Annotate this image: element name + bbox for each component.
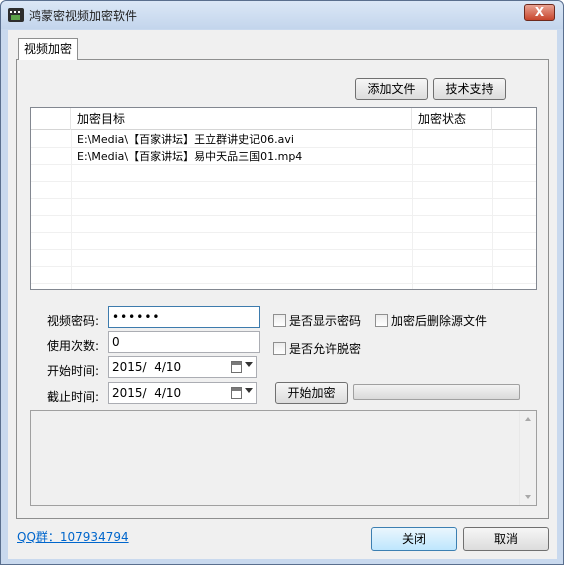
tech-support-button[interactable]: 技术支持 [433, 78, 506, 100]
end-time-label: 截止时间: [46, 390, 99, 404]
empty-row [31, 182, 536, 199]
start-time-label: 开始时间: [46, 364, 99, 378]
calendar-icon[interactable] [231, 387, 242, 399]
row-status [412, 131, 492, 148]
empty-row [31, 267, 536, 284]
empty-row [31, 233, 536, 250]
start-date-picker[interactable]: 2015/ 4/10 [108, 356, 257, 378]
app-window: 鸿蒙密视频加密软件 X 视频加密 添加文件 技术支持 加密目标 加密状态 E:\… [0, 0, 564, 565]
table-row[interactable]: E:\Media\【百家讲坛】易中天品三国01.mp4 [31, 148, 536, 165]
cancel-button[interactable]: 取消 [463, 527, 549, 551]
tab-panel: 添加文件 技术支持 加密目标 加密状态 E:\Media\【百家讲坛】王立群讲史… [16, 59, 549, 519]
file-list[interactable]: 加密目标 加密状态 E:\Media\【百家讲坛】王立群讲史记06.avi E:… [30, 107, 537, 290]
empty-row [31, 165, 536, 182]
show-password-label: 是否显示密码 [289, 314, 362, 328]
uses-label: 使用次数: [46, 339, 99, 353]
allow-decrypt-label: 是否允许脱密 [289, 342, 362, 356]
file-list-header: 加密目标 加密状态 [31, 108, 536, 130]
tab-video-encrypt[interactable]: 视频加密 [18, 38, 78, 60]
column-header-target[interactable]: 加密目标 [71, 108, 412, 130]
client-area: 视频加密 添加文件 技术支持 加密目标 加密状态 E:\Media\【百家讲坛】… [8, 30, 557, 559]
log-area[interactable] [30, 410, 537, 506]
table-row[interactable]: E:\Media\【百家讲坛】王立群讲史记06.avi [31, 131, 536, 148]
password-field[interactable]: •••••• [108, 306, 260, 328]
column-header-extra[interactable] [492, 108, 536, 130]
empty-row [31, 250, 536, 267]
row-status [412, 148, 492, 165]
row-target: E:\Media\【百家讲坛】王立群讲史记06.avi [77, 133, 294, 146]
title-bar[interactable]: 鸿蒙密视频加密软件 X [1, 1, 563, 29]
column-header-status[interactable]: 加密状态 [412, 108, 492, 130]
add-file-button[interactable]: 添加文件 [355, 78, 428, 100]
password-label: 视频密码: [46, 314, 99, 328]
end-date-value: 2015/ 4/10 [112, 386, 182, 400]
calendar-icon[interactable] [231, 361, 242, 373]
empty-row [31, 199, 536, 216]
empty-row [31, 216, 536, 233]
chevron-down-icon[interactable] [245, 362, 253, 367]
close-button[interactable]: 关闭 [371, 527, 457, 551]
scroll-down-icon[interactable] [525, 495, 531, 499]
column-header-index[interactable] [31, 108, 71, 130]
row-target: E:\Media\【百家讲坛】易中天品三国01.mp4 [77, 150, 303, 163]
end-date-picker[interactable]: 2015/ 4/10 [108, 382, 257, 404]
checkbox-box[interactable] [375, 314, 388, 327]
start-encrypt-button[interactable]: 开始加密 [275, 382, 348, 404]
start-date-value: 2015/ 4/10 [112, 360, 182, 374]
scroll-up-icon[interactable] [525, 417, 531, 421]
window-close-button[interactable]: X [524, 4, 555, 21]
clapperboard-icon [8, 8, 24, 22]
checkbox-box[interactable] [273, 342, 286, 355]
uses-field[interactable]: 0 [108, 331, 260, 353]
qq-group-link[interactable]: QQ群：107934794 [17, 528, 129, 545]
log-scrollbar[interactable] [519, 411, 536, 505]
encrypt-progress-bar [353, 384, 520, 400]
checkbox-box[interactable] [273, 314, 286, 327]
chevron-down-icon[interactable] [245, 388, 253, 393]
window-title: 鸿蒙密视频加密软件 [29, 9, 138, 23]
delete-source-label: 加密后删除源文件 [391, 314, 488, 328]
